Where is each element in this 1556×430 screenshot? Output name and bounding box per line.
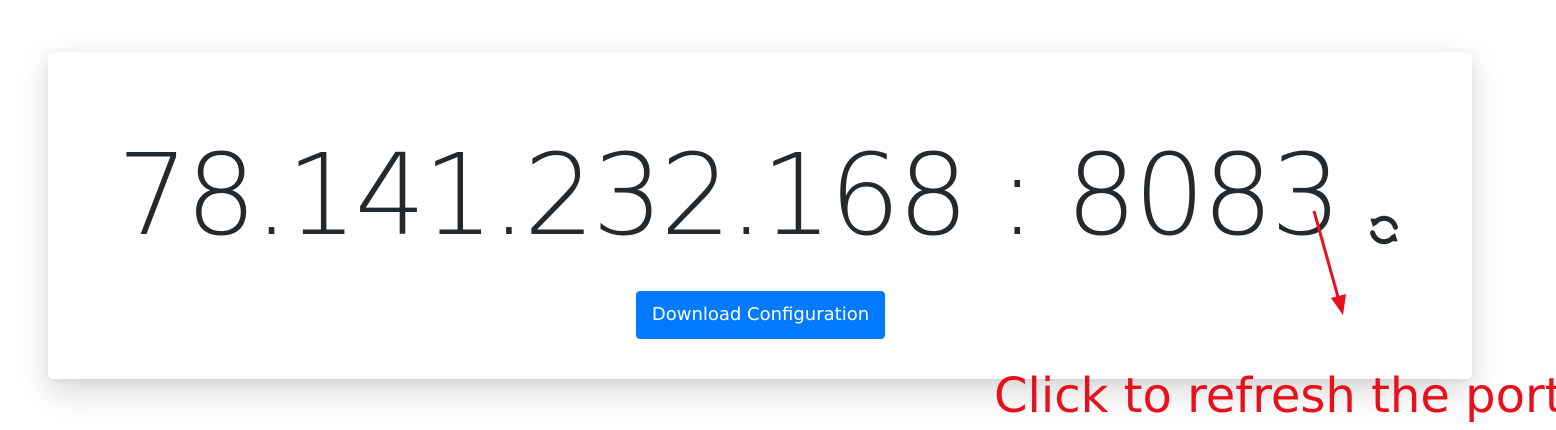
connection-card: 78.141.232.168 : 8083 Download Configura… (48, 52, 1472, 379)
address-row: 78.141.232.168 : 8083 (48, 140, 1472, 252)
download-configuration-button[interactable]: Download Configuration (636, 291, 885, 339)
server-address: 78.141.232.168 : 8083 (117, 131, 1342, 261)
refresh-annotation: Click to refresh the port (994, 368, 1556, 424)
refresh-icon[interactable] (1365, 211, 1403, 249)
